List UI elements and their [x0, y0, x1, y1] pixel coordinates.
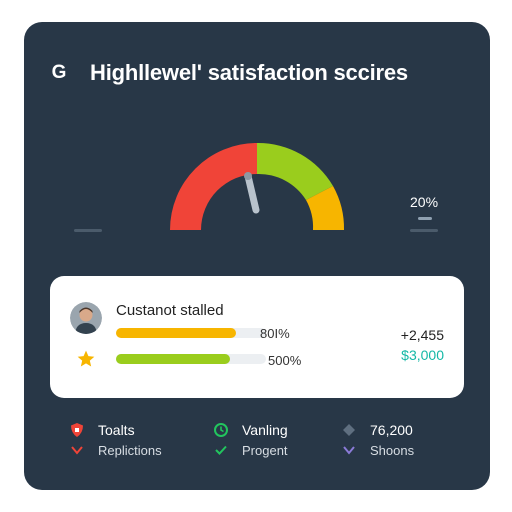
- gauge-needle: [244, 172, 260, 214]
- star-icon: [77, 350, 95, 367]
- gauge-segment-green: [257, 142, 333, 200]
- right-value-2: $3,000: [401, 347, 444, 363]
- clock-icon: [212, 421, 230, 439]
- progress-bar-2: [116, 354, 266, 364]
- chevron-down-icon: [340, 441, 358, 459]
- dashboard-card: G Highllewel' satisfaction sccires 20% C…: [24, 22, 490, 490]
- legend: Toalts Replictions Vanling Progent 76,20…: [24, 420, 490, 470]
- gauge-percent-label: 20%: [410, 194, 439, 210]
- check-icon: [212, 441, 230, 459]
- google-logo-icon: G: [51, 62, 67, 83]
- progress-bar-1-percent: 80I%: [260, 326, 290, 341]
- legend-1-main: Toalts: [98, 422, 135, 438]
- chevron-down-icon: [68, 441, 86, 459]
- legend-col-2: Vanling Progent: [212, 420, 288, 460]
- gauge-left-tick: [74, 229, 102, 232]
- person-avatar-icon: [70, 302, 102, 334]
- legend-col-3: 76,200 Shoons: [340, 420, 414, 460]
- percent-dash: [418, 217, 432, 220]
- customer-panel: Custanot stalled 80I% 500% +2,455 $3,000: [50, 276, 464, 398]
- avatar: [70, 302, 102, 334]
- customer-label: Custanot stalled: [116, 302, 224, 319]
- gauge-right-tick: [410, 229, 438, 232]
- satisfaction-gauge: [170, 142, 345, 230]
- legend-2-sub: Progent: [242, 442, 288, 458]
- progress-bar-1-fill: [116, 328, 236, 338]
- legend-col-1: Toalts Replictions: [68, 420, 162, 460]
- header: G Highllewel' satisfaction sccires: [48, 60, 409, 86]
- page-title: Highllewel' satisfaction sccires: [90, 60, 408, 85]
- progress-bar-2-percent: 500%: [268, 353, 302, 368]
- legend-3-main: 76,200: [370, 422, 413, 438]
- legend-1-sub: Replictions: [98, 442, 162, 458]
- shield-icon: [68, 421, 86, 439]
- gauge-segment-red: [170, 143, 257, 230]
- right-value-1: +2,455: [400, 327, 444, 343]
- diamond-icon: [340, 421, 358, 439]
- progress-bar-2-fill: [116, 354, 230, 364]
- legend-3-sub: Shoons: [370, 442, 415, 458]
- progress-bar-1: [116, 328, 266, 338]
- legend-2-main: Vanling: [242, 422, 288, 438]
